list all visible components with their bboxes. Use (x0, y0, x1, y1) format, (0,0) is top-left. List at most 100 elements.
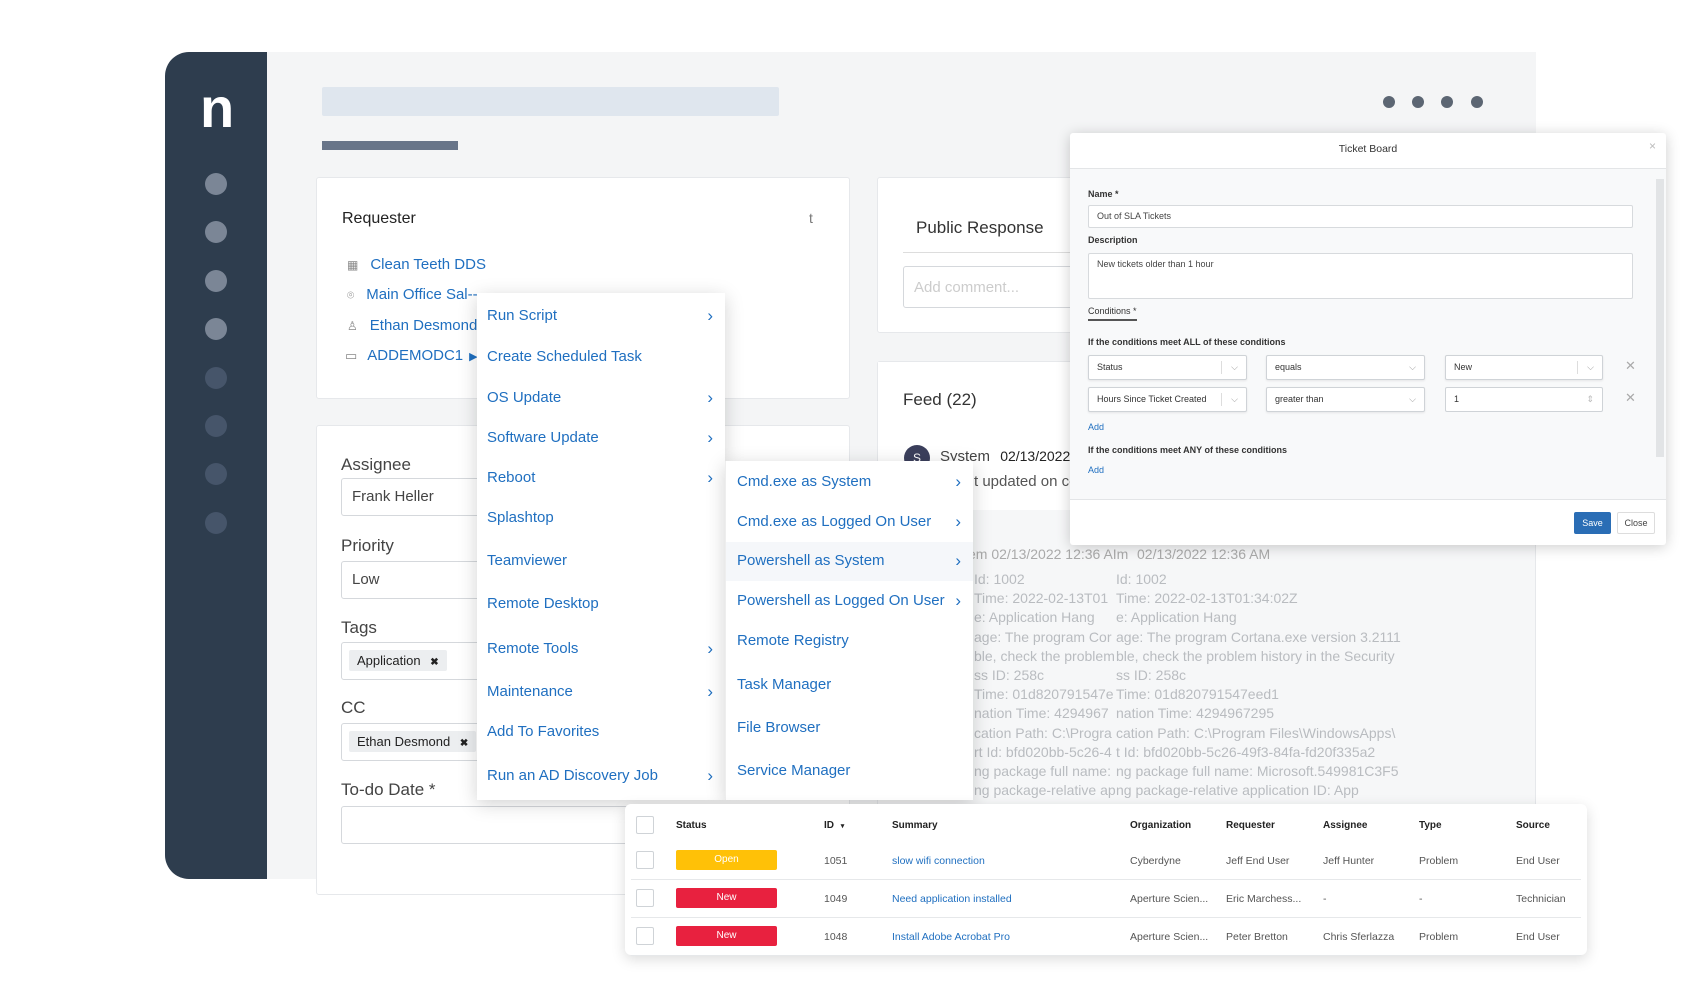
menu-item[interactable]: OS Update › (477, 379, 725, 417)
condition-value-select[interactable]: New ⌵ (1445, 355, 1603, 380)
feed-log-line: rt Id: bfd020bb-5c26-4 (974, 743, 1112, 760)
feed-log-line: ble, check the problem history in the Se… (1116, 647, 1395, 664)
submenu-item[interactable]: Cmd.exe as System › (726, 463, 973, 502)
condition-operator-select[interactable]: equals ⌵ (1266, 355, 1425, 380)
conditions-tab[interactable]: Conditions * (1088, 306, 1137, 321)
requester-device[interactable]: ▭ ADDEMODC1 ▶ (345, 347, 478, 364)
requester-contact[interactable]: ♙ Ethan Desmond (347, 317, 477, 334)
row-checkbox[interactable] (636, 927, 654, 945)
condition-field-select[interactable]: Hours Since Ticket Created ⌵ (1088, 387, 1247, 412)
save-button[interactable]: Save (1574, 512, 1611, 534)
building-icon: ▦ (347, 258, 359, 272)
feed-log-line: nation Time: 4294967 (974, 705, 1109, 722)
feed-log-line: Id: 1002 (1116, 571, 1167, 587)
remove-tag-icon[interactable]: ✖ (430, 657, 438, 668)
submenu-item[interactable]: Remote Registry (726, 622, 973, 661)
col-source[interactable]: Source (1516, 820, 1550, 831)
condition-operator-select[interactable]: greater than ⌵ (1266, 387, 1425, 412)
add-all-condition-link[interactable]: Add (1088, 422, 1104, 432)
menu-item[interactable]: Run an AD Discovery Job › (477, 757, 725, 795)
dot-icon[interactable] (1471, 96, 1483, 108)
feed-log-line: Id: 1002 (974, 571, 1025, 587)
feed-title: Feed (22) (903, 390, 977, 409)
feed-entry-header-b: 02/13/2022 12:36 AM (1137, 546, 1271, 562)
requester-org[interactable]: ▦ Clean Teeth DDS (347, 256, 486, 273)
submenu-item[interactable]: Service Manager (726, 752, 973, 791)
row-checkbox[interactable] (636, 889, 654, 907)
submenu-item[interactable]: Powershell as Logged On User › (726, 582, 973, 621)
feed-log-line: cation Path: C:\Program Files\WindowsApp… (1116, 724, 1396, 741)
table-row[interactable]: New 1048 Install Adobe Acrobat Pro Aperture… (631, 918, 1581, 956)
col-organization[interactable]: Organization (1130, 820, 1191, 831)
menu-item[interactable]: Remote Desktop (477, 585, 725, 623)
sidebar-nav-item[interactable] (205, 270, 227, 292)
feed-log-line: Time: 01d820791547eed1 (1116, 686, 1279, 703)
feed-log-line: e: Application Hang (974, 609, 1095, 626)
tab-indicator (322, 141, 458, 150)
menu-item[interactable]: Create Scheduled Task (477, 338, 725, 376)
sidebar-nav-item[interactable] (205, 173, 227, 195)
modal-scrollbar[interactable] (1656, 179, 1664, 457)
submenu-item[interactable]: Powershell as System › (726, 542, 973, 581)
menu-item[interactable]: Run Script › (477, 297, 725, 335)
dot-icon[interactable] (1383, 96, 1395, 108)
sidebar-nav-item[interactable] (205, 367, 227, 389)
condition-value-input[interactable]: 1 ⇕ (1445, 387, 1603, 412)
requester-location[interactable]: ⌾ Main Office Sal-- (347, 286, 478, 303)
spinner-icon[interactable]: ⇕ (1586, 388, 1594, 411)
submenu-item[interactable]: File Browser (726, 709, 973, 748)
col-requester[interactable]: Requester (1226, 820, 1275, 831)
col-assignee[interactable]: Assignee (1323, 820, 1367, 831)
description-textarea[interactable]: New tickets older than 1 hour (1088, 253, 1633, 299)
col-summary[interactable]: Summary (892, 820, 938, 831)
chevron-right-icon: › (707, 766, 713, 785)
sidebar-nav-item[interactable] (205, 415, 227, 437)
menu-item[interactable]: Software Update › (477, 419, 725, 457)
status-badge: Open (676, 850, 777, 870)
sidebar-nav-item[interactable] (205, 463, 227, 485)
assignee: Jeff Hunter (1323, 855, 1375, 867)
tags-label: Tags (341, 618, 377, 637)
menu-item[interactable]: Splashtop (477, 499, 725, 537)
col-type[interactable]: Type (1419, 820, 1442, 831)
menu-item[interactable]: Maintenance › (477, 673, 725, 711)
todo-date-field[interactable] (341, 806, 641, 844)
feed-log-line: age: The program Cor (974, 628, 1112, 645)
select-all-checkbox[interactable] (636, 816, 654, 834)
menu-item[interactable]: Teamviewer (477, 542, 725, 580)
public-response-tab[interactable]: Public Response (916, 218, 1044, 238)
menu-item-label: Splashtop (487, 509, 554, 526)
ticket-summary-link[interactable]: Install Adobe Acrobat Pro (892, 931, 1010, 943)
dot-icon[interactable] (1441, 96, 1453, 108)
ticket-id: 1051 (824, 855, 848, 867)
menu-item[interactable]: Remote Tools › (477, 630, 725, 668)
close-icon[interactable]: × (1649, 139, 1656, 153)
row-checkbox[interactable] (636, 851, 654, 869)
requester: Eric Marchess... (1226, 893, 1302, 905)
close-button[interactable]: Close (1617, 512, 1655, 534)
table-row[interactable]: New 1049 Need application installed Apertur… (631, 880, 1581, 918)
condition-field-select[interactable]: Status ⌵ (1088, 355, 1247, 380)
sidebar-nav-item[interactable] (205, 318, 227, 340)
sidebar-nav-item[interactable] (205, 512, 227, 534)
menu-item-label: Maintenance (487, 683, 573, 700)
remove-condition-icon[interactable]: ✕ (1625, 390, 1636, 406)
col-id[interactable]: ID ▾ (824, 820, 844, 831)
dot-icon[interactable] (1412, 96, 1424, 108)
name-input[interactable]: Out of SLA Tickets (1088, 205, 1633, 228)
any-conditions-label: If the conditions meet ANY of these cond… (1088, 445, 1288, 455)
col-status[interactable]: Status (676, 820, 707, 831)
table-row[interactable]: Open 1051 slow wifi connection Cyberdyne Jef… (631, 842, 1581, 880)
submenu-item[interactable]: Task Manager (726, 666, 973, 705)
window-controls (1383, 96, 1493, 109)
menu-item[interactable]: Reboot › (477, 459, 725, 497)
ticket-summary-link[interactable]: Need application installed (892, 893, 1012, 905)
add-any-condition-link[interactable]: Add (1088, 465, 1104, 475)
menu-item[interactable]: Add To Favorites (477, 713, 725, 751)
sidebar-nav-item[interactable] (205, 221, 227, 243)
requester-menu[interactable]: t (809, 210, 813, 226)
submenu-item[interactable]: Cmd.exe as Logged On User › (726, 503, 973, 542)
remove-cc-icon[interactable]: ✖ (460, 738, 468, 749)
ticket-summary-link[interactable]: slow wifi connection (892, 855, 985, 867)
remove-condition-icon[interactable]: ✕ (1625, 358, 1636, 374)
